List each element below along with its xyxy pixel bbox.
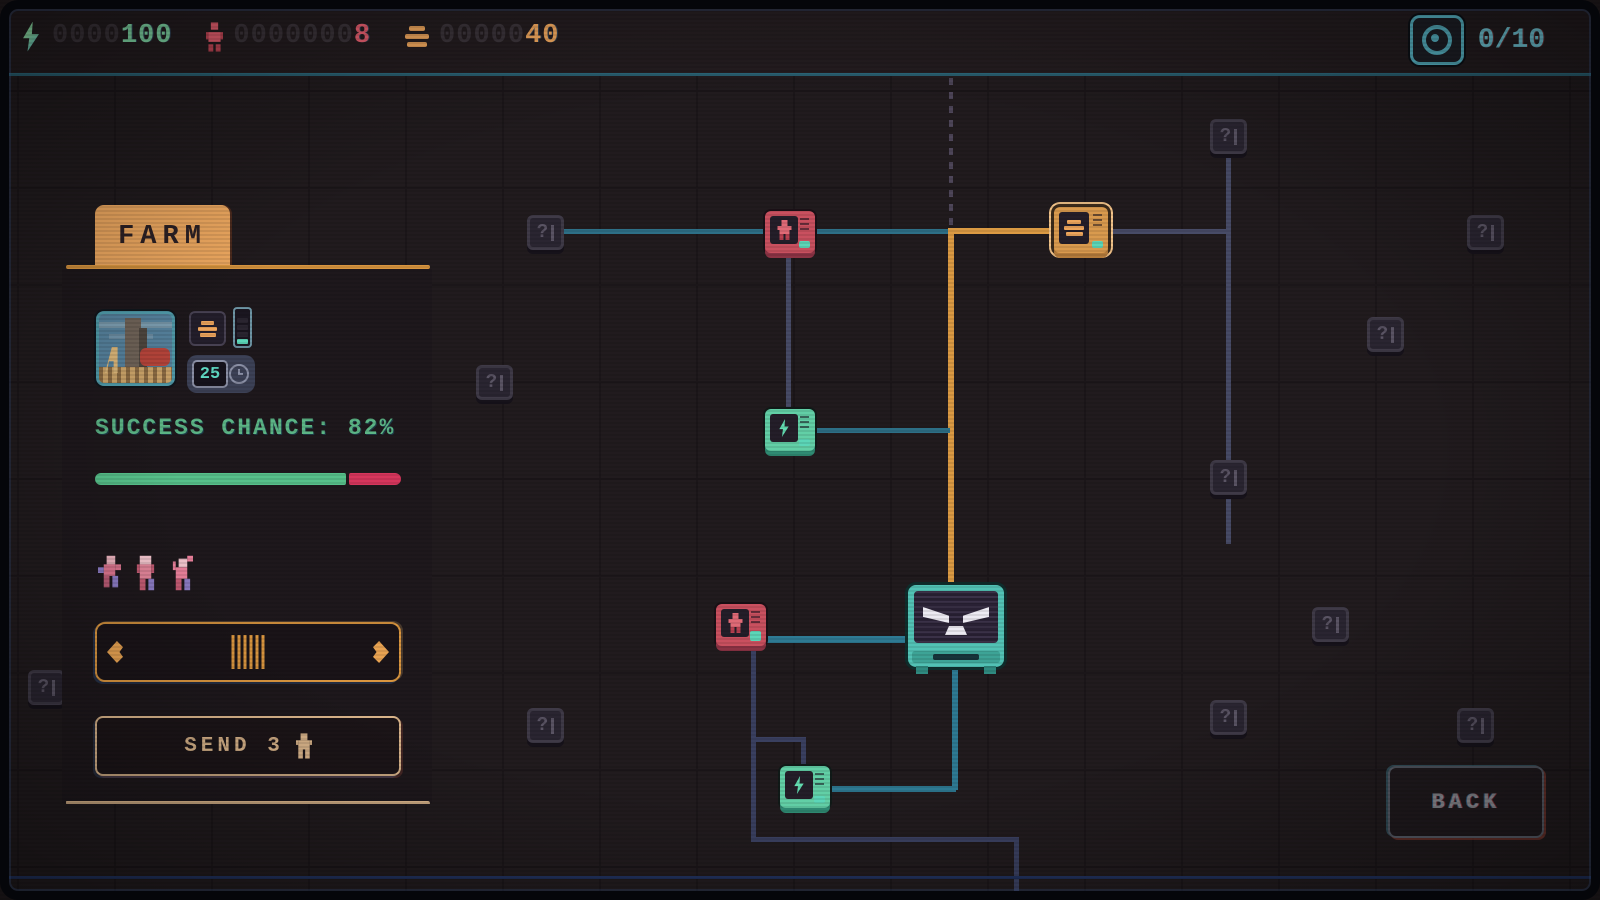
unknown-node[interactable]: ? [476, 365, 513, 400]
crew-person-icon [98, 555, 121, 591]
question-icon: ? [1220, 708, 1231, 727]
success-bar-fill [95, 473, 346, 485]
path-locked [1100, 229, 1228, 234]
question-icon: ? [1220, 127, 1231, 146]
coins-icon [1064, 220, 1084, 236]
question-icon: ? [1467, 716, 1478, 735]
resource-bar: 0000100 00000008 0000040 0/10 [0, 0, 1600, 73]
timer-value: 25 [192, 360, 228, 388]
panel-bottom-border [66, 801, 430, 804]
question-icon: ? [1477, 223, 1488, 242]
coins-icon [198, 321, 217, 337]
mission-timer: 25 [187, 355, 255, 393]
path [760, 636, 910, 643]
path [545, 229, 950, 234]
energy-padding: 0000 [52, 21, 121, 51]
back-label: BACK [1432, 790, 1501, 815]
boss-monitor-node[interactable] [908, 585, 1004, 667]
path-active [948, 228, 954, 603]
unknown-node[interactable]: ? [28, 670, 65, 705]
unknown-node[interactable]: ? [1312, 607, 1349, 642]
unknown-node[interactable]: ? [1367, 317, 1404, 352]
unknown-node[interactable]: ? [1457, 708, 1494, 743]
success-chance-label: SUCCESS CHANCE: 82% [95, 415, 395, 441]
send-button[interactable]: SEND 3 [95, 716, 401, 776]
crew-count-slider[interactable] [95, 622, 401, 682]
back-button[interactable]: BACK [1388, 766, 1544, 838]
reward-tile [189, 311, 226, 346]
person-icon [777, 220, 792, 240]
population-padding: 0000000 [233, 21, 353, 51]
decrease-arrow-icon[interactable] [107, 641, 123, 663]
path-locked [751, 646, 756, 842]
question-icon: ? [537, 223, 548, 242]
mission-tab[interactable]: FARM [95, 205, 230, 269]
success-chance-bar [95, 473, 401, 485]
person-icon [296, 733, 312, 759]
energy-node-south[interactable] [780, 766, 830, 808]
coins-value: 40 [525, 21, 559, 51]
raid-node-south[interactable] [716, 604, 766, 646]
bolt-icon [793, 776, 806, 794]
question-icon: ? [486, 373, 497, 392]
missions-counter: 0/10 [1410, 15, 1545, 65]
population-resource: 00000008 [206, 22, 371, 52]
dashed-path [949, 78, 953, 230]
crew-person-icon [170, 555, 193, 591]
raid-node-north[interactable] [765, 211, 815, 253]
missions-button[interactable] [1410, 15, 1464, 65]
coins-icon [405, 26, 429, 47]
map-bottom-boundary [0, 876, 1600, 879]
energy-node-north[interactable] [765, 409, 815, 451]
path-locked [1014, 837, 1019, 900]
coins-readout: 0000040 [439, 23, 559, 50]
coins-resource: 0000040 [405, 23, 559, 50]
unknown-node[interactable]: ? [527, 708, 564, 743]
farm-node-selected[interactable] [1054, 207, 1108, 253]
person-icon [206, 22, 223, 52]
unknown-node[interactable]: ? [527, 215, 564, 250]
crew-row [98, 555, 193, 591]
unknown-node[interactable]: ? [1467, 215, 1504, 250]
unknown-node[interactable]: ? [1210, 700, 1247, 735]
question-icon: ? [1377, 325, 1388, 344]
unknown-node[interactable]: ? [1210, 460, 1247, 495]
question-icon: ? [1220, 468, 1231, 487]
population-value: 8 [354, 21, 371, 51]
increase-arrow-icon[interactable] [373, 641, 389, 663]
path-locked [751, 837, 1019, 842]
path-locked [751, 737, 805, 742]
success-bar-fail [349, 473, 401, 485]
mission-title: FARM [118, 222, 207, 252]
unknown-node[interactable]: ? [1210, 119, 1247, 154]
path [952, 668, 958, 790]
energy-readout: 0000100 [52, 23, 172, 50]
coins-padding: 00000 [439, 21, 525, 51]
clock-icon [229, 364, 249, 384]
battery-icon [233, 307, 252, 348]
energy-resource: 0000100 [20, 22, 172, 52]
path-locked [801, 737, 806, 769]
angry-monitor-icon [914, 591, 998, 643]
target-icon [1422, 25, 1452, 55]
path-locked [786, 234, 791, 414]
send-label: SEND 3 [184, 735, 284, 758]
energy-value: 100 [121, 21, 173, 51]
mission-thumbnail [96, 311, 175, 386]
bolt-icon [778, 419, 791, 437]
population-readout: 00000008 [233, 23, 371, 50]
bolt-icon [20, 22, 42, 52]
crew-person-icon [134, 555, 157, 591]
question-icon: ? [537, 716, 548, 735]
path [826, 786, 956, 792]
person-icon [728, 613, 743, 633]
panel-top-border [66, 265, 430, 269]
question-icon: ? [38, 678, 49, 697]
game-screen: 0000100 00000008 0000040 0/10 [0, 0, 1600, 900]
slider-grip[interactable] [232, 635, 265, 669]
question-icon: ? [1322, 615, 1333, 634]
missions-count: 0/10 [1478, 25, 1545, 56]
